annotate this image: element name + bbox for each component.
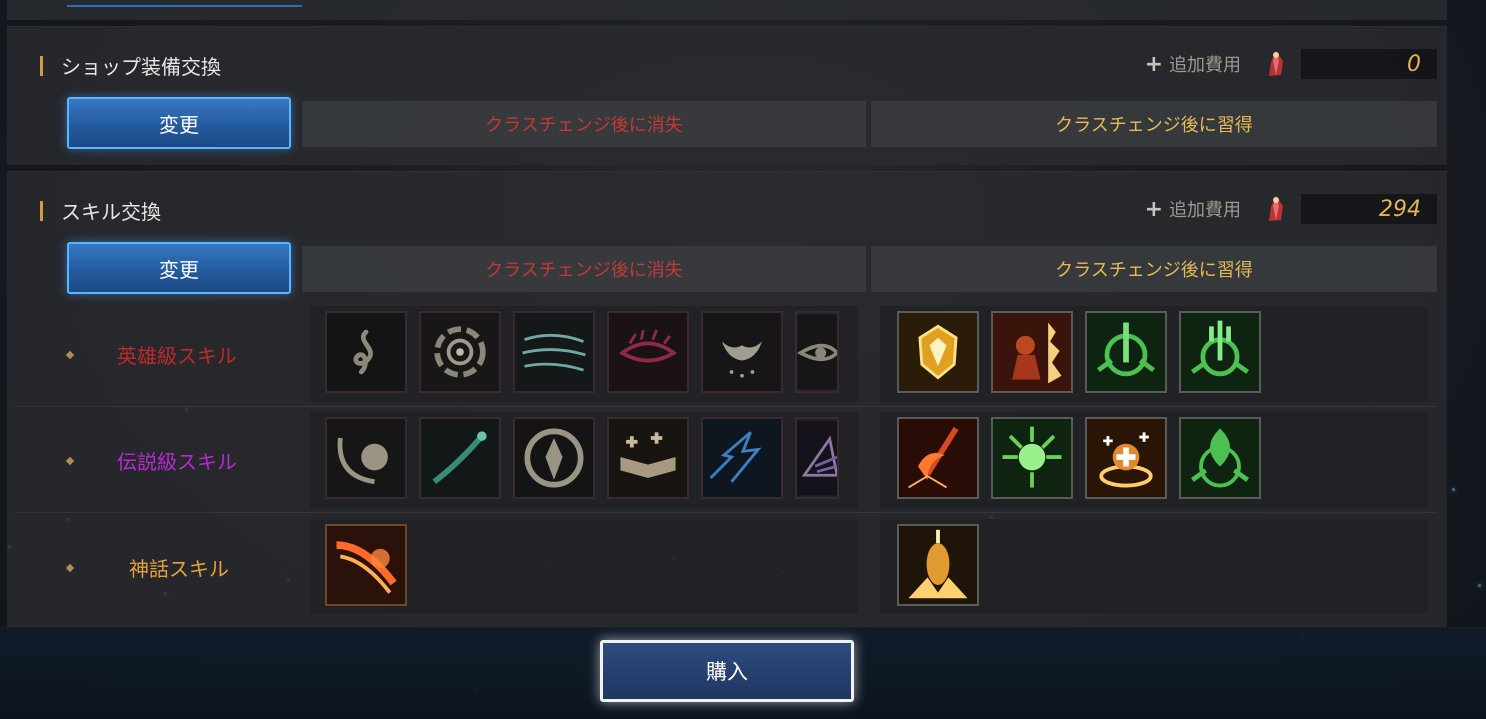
shop-exchange-title: ショップ装備交換: [61, 55, 221, 79]
spellbook-icon[interactable]: [607, 417, 689, 499]
lightning-dragon-icon[interactable]: [701, 417, 783, 499]
red-crystal-currency-icon: [1261, 49, 1291, 79]
green-burst-icon[interactable]: [991, 417, 1073, 499]
myth-gained-skills: [897, 524, 1417, 606]
plus-icon: +: [1144, 51, 1163, 77]
cost-value: 294: [1301, 194, 1437, 224]
cost-value: 0: [1301, 49, 1437, 79]
flame-axe-icon[interactable]: [897, 417, 979, 499]
fire-claw-icon[interactable]: [325, 524, 407, 606]
hero-lost-skills: [325, 311, 841, 393]
gained-after-class-change-header: クラスチェンジ後に習得: [871, 101, 1437, 147]
cost-label: 追加費用: [1169, 200, 1241, 221]
red-crystal-currency-icon: [1261, 194, 1291, 224]
red-eye-icon[interactable]: [607, 311, 689, 393]
golden-pillar-icon[interactable]: [897, 524, 979, 606]
comet-icon[interactable]: [419, 417, 501, 499]
green-sword-emblem-icon[interactable]: [1085, 311, 1167, 393]
green-tree-emblem-icon[interactable]: [1179, 417, 1261, 499]
legendary-lost-skills: [325, 417, 841, 499]
fire-warrior-icon[interactable]: [991, 311, 1073, 393]
additional-cost: + 追加費用 294: [1145, 194, 1437, 224]
vortex-icon[interactable]: [419, 311, 501, 393]
green-trident-emblem-icon[interactable]: [1179, 311, 1261, 393]
row-label-text: 神話スキル: [129, 557, 229, 581]
myth-lost-skills: [325, 524, 841, 606]
lost-after-class-change-header: クラスチェンジ後に消失: [302, 246, 866, 292]
legendary-gained-skills: [897, 417, 1417, 499]
change-button[interactable]: 変更: [67, 242, 291, 294]
row-label-text: 英雄級スキル: [117, 344, 237, 368]
plus-icon: +: [1144, 196, 1163, 222]
hero-gained-skills: [897, 311, 1417, 393]
golden-shield-icon[interactable]: [897, 311, 979, 393]
previous-section-strip: [7, 0, 1447, 20]
myth-skill-row-label: 神話スキル: [65, 553, 267, 582]
eye-icon[interactable]: [795, 311, 839, 393]
wind-lines-icon[interactable]: [513, 311, 595, 393]
totem-circle-icon[interactable]: [513, 417, 595, 499]
shop-exchange-panel: ショップ装備交換 + 追加費用 0 変更 クラスチェンジ後に消失 クラスチェンジ…: [7, 26, 1447, 165]
gained-after-class-change-header: クラスチェンジ後に習得: [871, 246, 1437, 292]
section-title: ショップ装備交換: [40, 51, 221, 80]
golden-heal-icon[interactable]: [1085, 417, 1167, 499]
purchase-button[interactable]: 購入: [600, 640, 854, 702]
hero-skill-row-label: 英雄級スキル: [65, 340, 267, 369]
row-label-text: 伝説級スキル: [117, 450, 237, 474]
skill-exchange-panel: スキル交換 + 追加費用 294 変更 クラスチェンジ後に消失 クラスチェンジ後…: [7, 171, 1447, 627]
section-title: スキル交換: [40, 196, 161, 225]
wings-hands-icon[interactable]: [701, 311, 783, 393]
prism-icon[interactable]: [795, 417, 839, 499]
lost-after-class-change-header: クラスチェンジ後に消失: [302, 101, 866, 147]
leaf-curve-icon[interactable]: [325, 417, 407, 499]
skill-exchange-title: スキル交換: [61, 200, 161, 224]
additional-cost: + 追加費用 0: [1145, 49, 1437, 79]
change-button[interactable]: 変更: [67, 97, 291, 149]
swirl-flame-icon[interactable]: [325, 311, 407, 393]
cost-label: 追加費用: [1169, 55, 1241, 76]
legendary-skill-row-label: 伝説級スキル: [65, 446, 267, 475]
